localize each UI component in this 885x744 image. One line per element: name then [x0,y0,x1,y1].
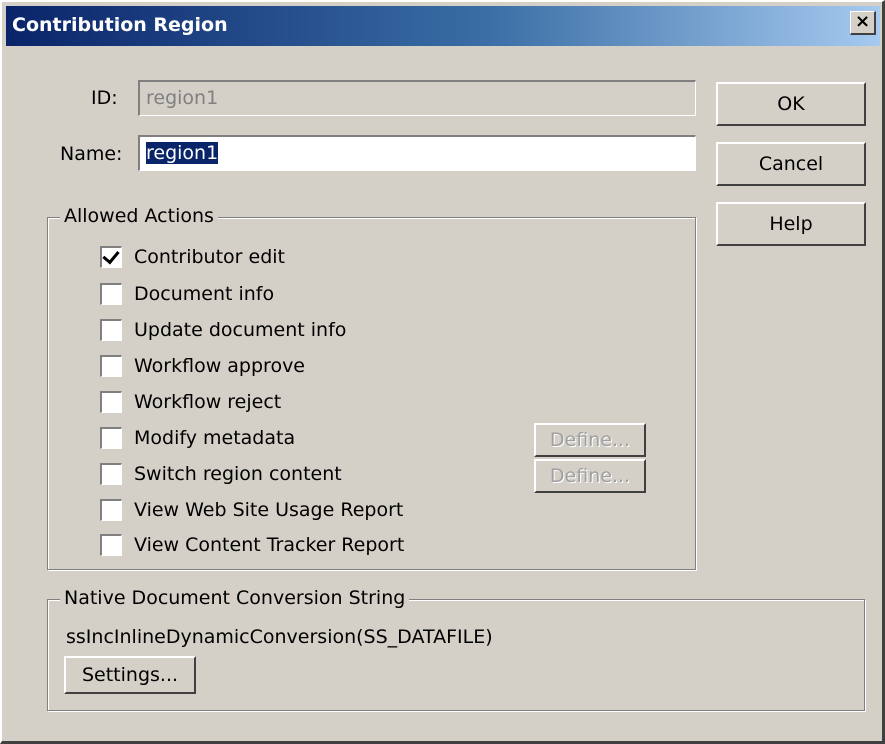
checkbox[interactable] [100,319,122,341]
define-region-content-button[interactable]: Define... [534,459,646,493]
settings-button[interactable]: Settings... [64,656,196,694]
name-label: Name: [60,143,123,165]
checkbox-document-info[interactable]: Document info [100,280,274,308]
checkbox-update-document-info[interactable]: Update document info [100,316,346,344]
checkbox[interactable] [100,427,122,449]
allowed-actions-group: Allowed Actions Contributor edit Documen… [47,204,696,570]
checkbox-label: Document info [134,283,275,305]
checkmark-icon [102,246,120,265]
cancel-button[interactable]: Cancel [716,142,866,186]
checkbox[interactable] [100,499,122,521]
checkbox-workflow-reject[interactable]: Workflow reject [100,388,281,416]
help-button[interactable]: Help [716,202,866,246]
name-field[interactable]: region1 [138,135,696,171]
checkbox-label: Update document info [134,319,347,341]
conversion-string-value: ssIncInlineDynamicConversion(SS_DATAFILE… [66,626,493,648]
checkbox-view-content-tracker-report[interactable]: View Content Tracker Report [100,531,404,559]
id-field: region1 [138,80,696,116]
checkbox-label: Switch region content [134,463,342,485]
checkbox-contributor-edit[interactable]: Contributor edit [100,243,285,271]
conversion-string-group: Native Document Conversion String ssIncI… [47,586,865,711]
checkbox-label: Workflow approve [134,355,305,377]
checkbox-label: Modify metadata [134,427,296,449]
checkbox-view-web-site-usage-report[interactable]: View Web Site Usage Report [100,496,403,524]
checkbox-workflow-approve[interactable]: Workflow approve [100,352,305,380]
close-icon[interactable]: × [850,11,876,35]
define-metadata-button[interactable]: Define... [534,423,646,457]
checkbox[interactable] [100,246,122,268]
checkbox[interactable] [100,463,122,485]
checkbox[interactable] [100,355,122,377]
checkbox-switch-region-content[interactable]: Switch region content [100,460,342,488]
id-label: ID: [91,87,118,109]
checkbox[interactable] [100,283,122,305]
checkbox-label: View Web Site Usage Report [134,499,404,521]
contribution-region-dialog: Contribution Region × ID: region1 Name: … [0,0,885,744]
checkbox[interactable] [100,534,122,556]
allowed-actions-title: Allowed Actions [60,204,218,228]
checkbox-label: Contributor edit [134,246,285,268]
ok-button[interactable]: OK [716,82,866,126]
name-value: region1 [146,142,219,164]
checkbox-modify-metadata[interactable]: Modify metadata [100,424,295,452]
checkbox[interactable] [100,391,122,413]
id-value: region1 [146,87,219,109]
title-bar: Contribution Region × [6,6,880,46]
conversion-string-title: Native Document Conversion String [60,586,410,610]
checkbox-label: Workflow reject [134,391,282,413]
dialog-title: Contribution Region [12,14,228,36]
checkbox-label: View Content Tracker Report [134,534,405,556]
